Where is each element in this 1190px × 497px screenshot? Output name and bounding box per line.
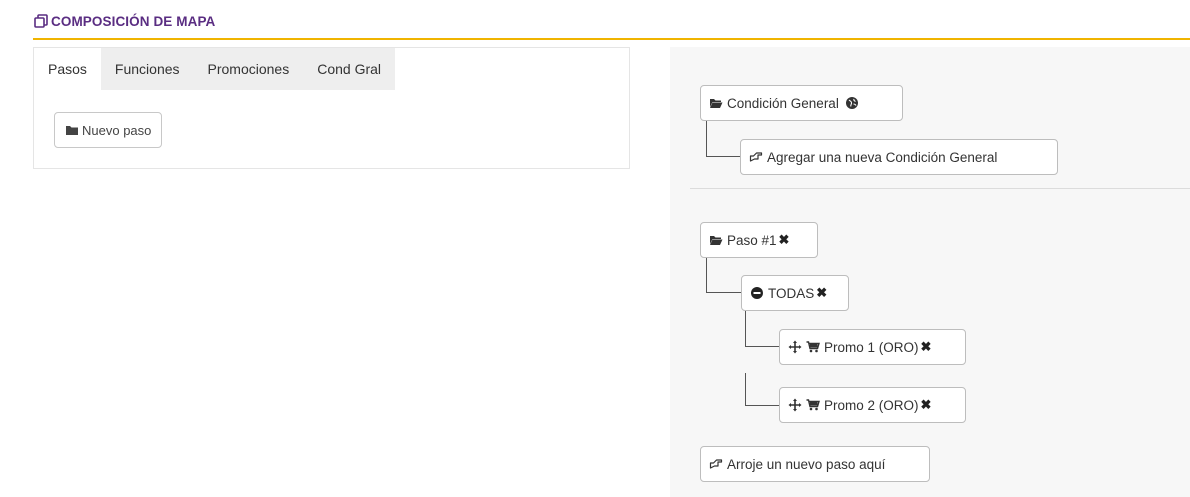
- connector-line: [745, 373, 779, 406]
- folder-open-icon: [710, 236, 723, 245]
- promo-node[interactable]: Promo 2 (ORO) ✖: [779, 387, 966, 423]
- general-condition-label: Condición General: [727, 95, 839, 111]
- new-step-button[interactable]: Nuevo paso: [54, 112, 163, 148]
- add-general-condition-label: Agregar una nueva Condición General: [767, 149, 998, 165]
- tab-promociones[interactable]: Promociones: [193, 48, 304, 90]
- minus-circle-icon: [751, 287, 763, 299]
- cart-icon: [806, 341, 820, 353]
- tab-pasos[interactable]: Pasos: [34, 48, 101, 90]
- connector-line: [706, 256, 741, 293]
- move-icon[interactable]: [788, 340, 802, 354]
- all-condition-node[interactable]: TODAS ✖: [741, 275, 849, 311]
- step-node[interactable]: Paso #1 ✖: [700, 222, 818, 258]
- tab-cond-gral[interactable]: Cond Gral: [303, 48, 396, 90]
- section-divider: [690, 188, 1190, 189]
- promo-node[interactable]: Promo 1 (ORO) ✖: [779, 329, 966, 365]
- connector-line: [706, 121, 740, 157]
- hand-point-right-icon: [749, 152, 763, 162]
- new-step-label: Nuevo paso: [82, 122, 152, 138]
- page-header: COMPOSICIÓN DE MAPA: [33, 10, 215, 32]
- globe-icon: [845, 97, 858, 109]
- folder-icon: [66, 126, 78, 135]
- header-divider: [33, 38, 1190, 40]
- remove-promo-icon[interactable]: ✖: [921, 397, 932, 413]
- move-icon[interactable]: [788, 398, 802, 412]
- remove-promo-icon[interactable]: ✖: [921, 339, 932, 355]
- add-general-condition-button[interactable]: Agregar una nueva Condición General: [740, 139, 1058, 175]
- panel-tabs: Pasos Funciones Promociones Cond Gral: [34, 48, 396, 90]
- drop-step-label: Arroje un nuevo paso aquí: [727, 456, 886, 472]
- folder-open-icon: [710, 99, 723, 108]
- step-label: Paso #1: [727, 232, 777, 248]
- steps-panel: Pasos Funciones Promociones Cond Gral Nu…: [33, 47, 630, 169]
- hand-point-right-icon: [709, 459, 723, 469]
- page-title: COMPOSICIÓN DE MAPA: [51, 13, 216, 29]
- tab-funciones[interactable]: Funciones: [100, 48, 194, 90]
- cart-icon: [806, 399, 820, 411]
- remove-step-icon[interactable]: ✖: [779, 232, 790, 248]
- all-condition-label: TODAS: [768, 285, 815, 301]
- connector-line: [745, 311, 779, 347]
- drop-step-zone[interactable]: Arroje un nuevo paso aquí: [700, 446, 930, 482]
- remove-condition-icon[interactable]: ✖: [816, 285, 827, 301]
- promo-label: Promo 2 (ORO): [824, 397, 919, 413]
- copy-icon: [34, 14, 48, 28]
- promo-label: Promo 1 (ORO): [824, 339, 919, 355]
- general-condition-node[interactable]: Condición General: [700, 85, 903, 121]
